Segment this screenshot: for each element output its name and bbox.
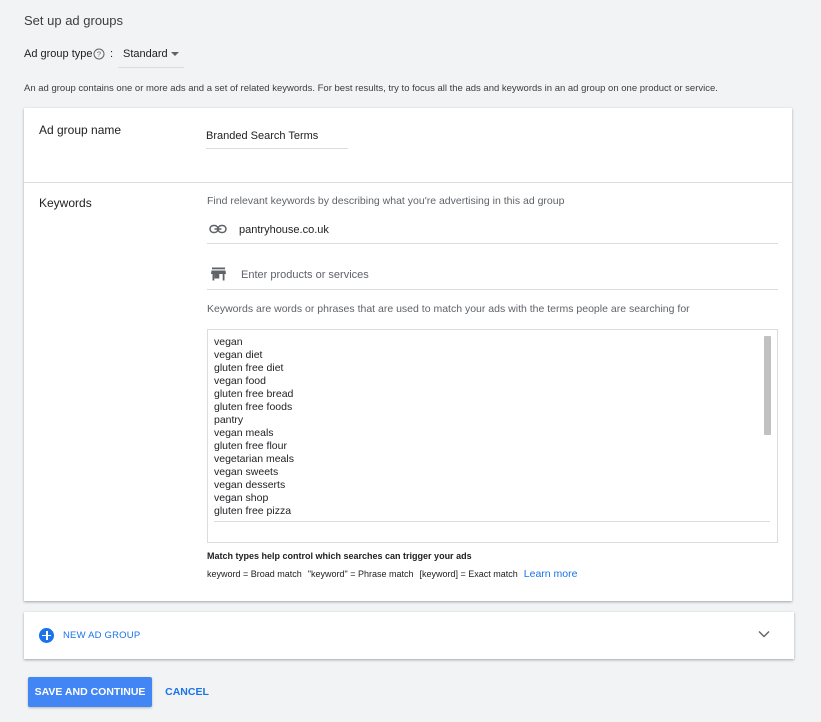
ad-group-name-label: Ad group name	[39, 123, 122, 137]
link-icon	[209, 224, 227, 234]
save-and-continue-button[interactable]: SAVE AND CONTINUE	[28, 677, 152, 707]
add-circle-icon	[39, 628, 54, 643]
keyword-item: vegetarian meals	[214, 453, 294, 465]
chevron-down-icon[interactable]	[758, 630, 770, 638]
keywords-definition-hint: Keywords are words or phrases that are u…	[207, 303, 690, 315]
exact-match-text: [keyword] = Exact match	[419, 569, 518, 579]
phrase-match-text: "keyword" = Phrase match	[307, 569, 414, 579]
products-input[interactable]	[241, 265, 761, 285]
keyword-item: vegan shop	[214, 492, 269, 504]
keywords-list: vegan vegan diet gluten free diet vegan …	[214, 336, 754, 517]
page-title: Set up ad groups	[24, 13, 124, 28]
keyword-item: gluten free bread	[214, 388, 294, 400]
keyword-item: gluten free pizza	[214, 505, 292, 517]
ad-group-type-select[interactable]: Standard	[118, 41, 184, 68]
ad-group-type-value: Standard	[123, 48, 168, 60]
keyword-item: gluten free diet	[214, 362, 284, 374]
keyword-item: vegan food	[214, 375, 266, 387]
keyword-item: vegan diet	[214, 349, 263, 361]
cancel-button[interactable]: CANCEL	[157, 677, 217, 707]
keyword-item: vegan	[214, 336, 243, 348]
store-icon	[211, 267, 226, 281]
dropdown-arrow-icon	[171, 52, 179, 56]
new-ad-group-panel[interactable]: NEW AD GROUP	[24, 612, 794, 659]
learn-more-link[interactable]: Learn more	[524, 568, 578, 580]
help-icon[interactable]: ?	[93, 48, 105, 60]
type-colon: :	[110, 48, 114, 60]
match-types-legend: keyword = Broad match "keyword" = Phrase …	[207, 568, 577, 580]
keywords-find-hint: Find relevant keywords by describing wha…	[207, 195, 565, 207]
match-types-title: Match types help control which searches …	[207, 551, 472, 561]
new-ad-group-label: NEW AD GROUP	[63, 630, 141, 641]
ad-group-name-input[interactable]	[206, 123, 348, 149]
svg-text:?: ?	[97, 50, 101, 59]
keyword-item: vegan meals	[214, 427, 274, 439]
keywords-label: Keywords	[39, 196, 92, 210]
products-field[interactable]	[207, 263, 778, 290]
keywords-scrollbar[interactable]	[764, 336, 771, 435]
broad-match-text: keyword = Broad match	[207, 569, 302, 579]
keyword-item: pantry	[214, 414, 244, 426]
section-divider	[24, 182, 792, 183]
ad-group-description: An ad group contains one or more ads and…	[24, 83, 718, 94]
keyword-item: vegan desserts	[214, 479, 286, 491]
keywords-textarea[interactable]: vegan vegan diet gluten free diet vegan …	[207, 329, 778, 543]
keyword-item: gluten free flour	[214, 440, 287, 452]
keyword-item: vegan sweets	[214, 466, 279, 478]
website-url-text: pantryhouse.co.uk	[239, 224, 329, 236]
ad-group-card: Ad group name Keywords Find relevant key…	[24, 108, 792, 601]
textarea-underline	[214, 521, 770, 522]
ad-group-type-label: Ad group type	[24, 48, 93, 60]
keyword-item: gluten free foods	[214, 401, 293, 413]
website-url-field[interactable]: pantryhouse.co.uk	[207, 218, 778, 244]
